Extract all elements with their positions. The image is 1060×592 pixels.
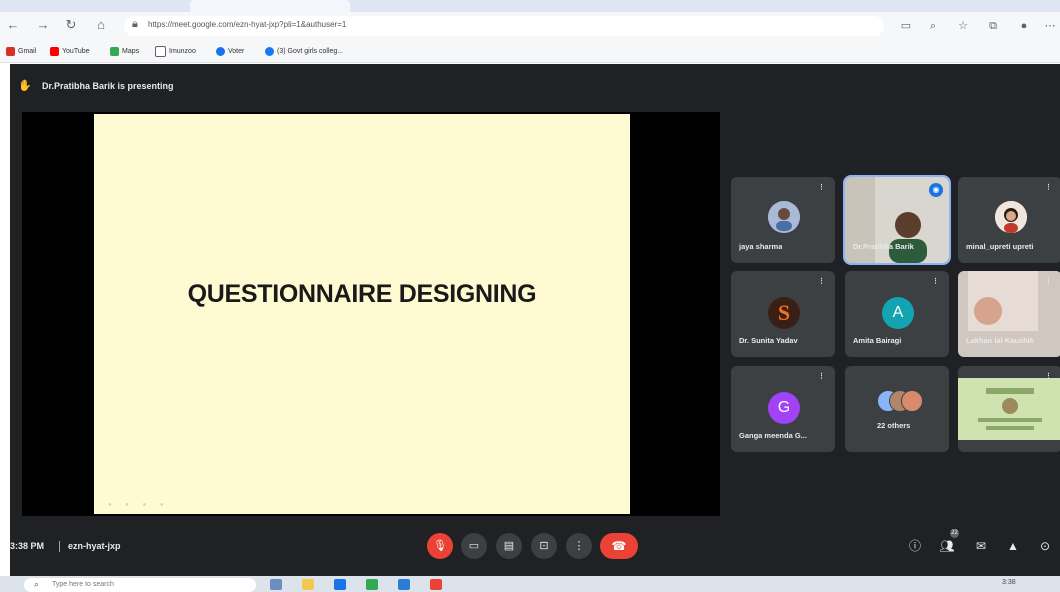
more-menu-icon[interactable]: ⋯	[1042, 18, 1058, 34]
address-bar[interactable]: 🔒︎ https://meet.google.com/ezn-hyat-jxp?…	[124, 16, 884, 36]
bookmark-youtube[interactable]: YouTube	[50, 44, 90, 58]
address-url: https://meet.google.com/ezn-hyat-jxp?pli…	[148, 20, 347, 29]
search-icon: ⌕	[34, 579, 40, 589]
taskbar-search[interactable]: ⌕ Type here to search	[24, 578, 256, 592]
maps-icon	[110, 46, 119, 56]
more-vert-icon: ⋮	[573, 540, 585, 552]
bookmark-imunzoo[interactable]: Imunzoo	[155, 44, 196, 58]
gmail-icon	[6, 46, 15, 56]
app-icon[interactable]	[366, 579, 378, 590]
hang-up-icon: ☎︎	[611, 539, 627, 553]
others-tile[interactable]: 22 others	[845, 366, 949, 452]
bookmark-gmail[interactable]: Gmail	[6, 44, 36, 58]
more-options-icon[interactable]: ⋮	[818, 183, 825, 191]
bookmark-maps[interactable]: Maps	[110, 44, 139, 58]
present-button[interactable]: ⊡	[531, 533, 557, 559]
bookmark-facebook[interactable]: (3) Govt girls colleg...	[265, 44, 343, 58]
more-options-icon[interactable]: ⋮	[1045, 183, 1052, 191]
others-count: 22 others	[877, 421, 911, 430]
host-controls-icon[interactable]: ⊙	[1036, 537, 1054, 555]
presenting-banner: ✋ Dr.Pratibha Barik is presenting	[10, 72, 1060, 100]
avatar: S	[768, 297, 800, 329]
bookmark-voter[interactable]: Voter	[216, 44, 244, 58]
browser-tab[interactable]	[190, 0, 350, 12]
youtube-icon	[50, 46, 59, 56]
captions-icon: ▤	[503, 540, 515, 552]
meeting-time: 3:38 PM	[10, 541, 45, 551]
divider	[59, 541, 60, 552]
leave-call-button[interactable]: ☎︎	[600, 533, 638, 559]
participant-tile[interactable]: ⋮ Lakhan lal Kaushik	[958, 271, 1060, 357]
edge-icon[interactable]	[334, 579, 346, 590]
collections-icon[interactable]: ⧉	[985, 18, 1001, 34]
participant-name: Ganga meenda G...	[739, 431, 807, 440]
participant-tile[interactable]: ⋮	[958, 366, 1060, 452]
tab-strip	[0, 0, 1060, 12]
participant-name: minal_upreti upreti	[966, 242, 1034, 251]
app-icon[interactable]	[430, 579, 442, 590]
avatar	[995, 201, 1027, 233]
person-photo-icon	[995, 201, 1027, 233]
profile-icon[interactable]: ●	[1016, 18, 1032, 34]
person-photo-icon	[768, 201, 800, 233]
home-icon[interactable]: ⌂	[92, 16, 110, 34]
more-options-icon[interactable]: ⋮	[818, 277, 825, 285]
presenting-text: Dr.Pratibha Barik is presenting	[42, 81, 174, 91]
page-icon	[155, 45, 166, 57]
zoom-icon[interactable]: ⌕	[925, 18, 941, 34]
voter-icon	[216, 46, 225, 56]
activities-icon[interactable]: ▲	[1004, 537, 1022, 555]
participant-name: Dr. Sunita Yadav	[739, 336, 798, 345]
slide-controls: ● ● ● ●	[108, 502, 170, 508]
participant-tile[interactable]: ⋮ jaya sharma	[731, 177, 835, 263]
chat-icon[interactable]: ✉︎	[972, 537, 990, 555]
avatar: G	[768, 392, 800, 424]
participant-name: Lakhan lal Kaushik	[966, 336, 1034, 345]
more-options-icon[interactable]: ⋮	[1045, 372, 1052, 380]
meeting-details-icon[interactable]: ⓘ	[906, 537, 924, 555]
captions-button[interactable]: ▤	[496, 533, 522, 559]
avatar: A	[882, 297, 914, 329]
camera-icon: ▭	[468, 540, 480, 552]
participant-tile[interactable]: G ⋮ Ganga meenda G...	[731, 366, 835, 452]
forward-icon[interactable]: →	[34, 16, 52, 34]
participant-name: Dr.Pratibha Barik	[853, 242, 914, 251]
more-options-button[interactable]: ⋮	[566, 533, 592, 559]
participant-tile[interactable]: S ⋮ Dr. Sunita Yadav	[731, 271, 835, 357]
people-icon[interactable]: 👥︎	[938, 537, 956, 555]
speaking-indicator-icon: ◉	[929, 183, 943, 197]
reload-icon[interactable]: ↻	[62, 16, 80, 34]
lock-icon: 🔒︎	[132, 18, 138, 30]
presentation-slide: QUESTIONNAIRE DESIGNING ● ● ● ●	[94, 114, 630, 514]
search-placeholder: Type here to search	[52, 581, 114, 588]
favorites-icon[interactable]: ☆	[955, 18, 971, 34]
participant-tile[interactable]: ⋮ minal_upreti upreti	[958, 177, 1060, 263]
more-options-icon[interactable]: ⋮	[818, 372, 825, 380]
avatar	[901, 390, 923, 412]
participant-tile[interactable]: A ⋮ Amita Bairagi	[845, 271, 949, 357]
participant-count-badge: 22	[950, 529, 959, 538]
mic-off-button[interactable]: 🎙︎	[427, 533, 453, 559]
avatar	[768, 201, 800, 233]
present-screen-icon: ✋	[18, 80, 32, 92]
meeting-code: ezn-hyat-jxp	[68, 541, 121, 551]
facebook-icon	[265, 46, 274, 56]
mic-off-icon: 🎙︎	[433, 540, 447, 552]
camera-button[interactable]: ▭	[461, 533, 487, 559]
back-icon[interactable]: ←	[4, 16, 22, 34]
more-options-icon[interactable]: ⋮	[1045, 277, 1052, 285]
participant-name: jaya sharma	[739, 242, 783, 251]
participant-name: Amita Bairagi	[853, 336, 902, 345]
taskbar-clock: 3:38	[1002, 579, 1016, 586]
present-icon: ⊡	[539, 540, 549, 552]
word-icon[interactable]	[398, 579, 410, 590]
cast-icon[interactable]: ▭	[898, 18, 914, 34]
file-explorer-icon[interactable]	[302, 579, 314, 590]
more-options-icon[interactable]: ⋮	[932, 277, 939, 285]
slide-title: QUESTIONNAIRE DESIGNING	[187, 280, 537, 308]
taskview-icon[interactable]	[270, 579, 282, 590]
participant-tile-active[interactable]: ◉ Dr.Pratibha Barik	[843, 175, 951, 265]
